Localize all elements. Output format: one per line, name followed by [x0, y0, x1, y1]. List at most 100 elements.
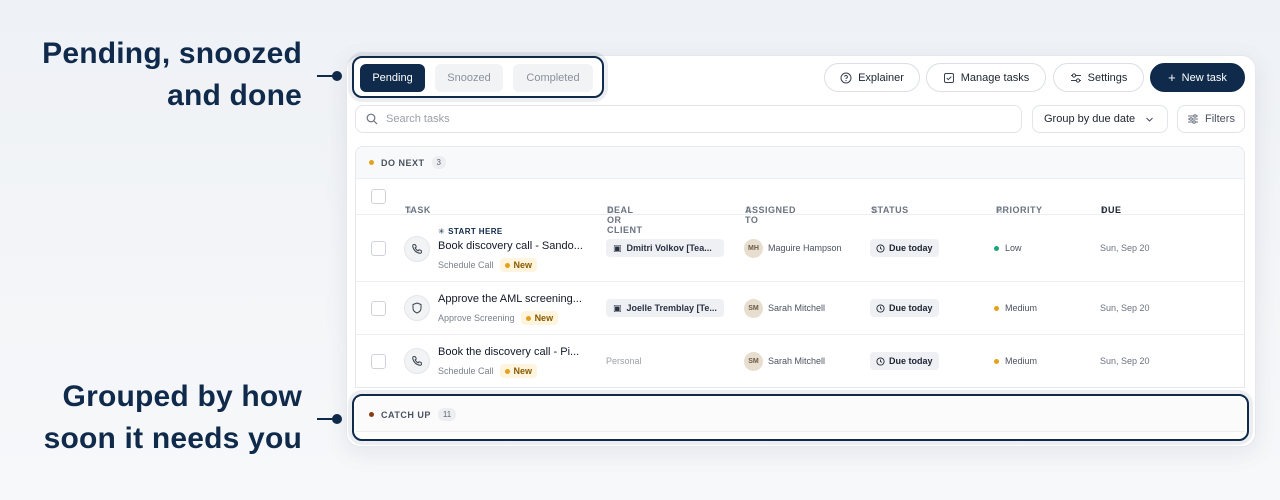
group-header-catch-up[interactable]: CATCH UP 11: [356, 398, 1245, 432]
row-checkbox[interactable]: [371, 241, 386, 256]
plus-icon: +: [1168, 69, 1176, 85]
row-checkbox[interactable]: [371, 301, 386, 316]
task-type-icon: [404, 236, 430, 262]
status-label: Due today: [889, 356, 933, 366]
group-by-select[interactable]: Group by due date: [1032, 105, 1168, 133]
status-label: Due today: [889, 243, 933, 253]
group-dot: [369, 412, 374, 417]
group-dot: [369, 160, 374, 165]
manage-tasks-button[interactable]: Manage tasks: [926, 63, 1046, 92]
callout-grouping: Grouped by how soon it needs you: [43, 380, 302, 455]
callout-tabs-connector: [317, 71, 342, 81]
explainer-label: Explainer: [858, 71, 904, 84]
priority: Low: [994, 243, 1022, 253]
checkbox-icon: [943, 72, 954, 83]
search-box[interactable]: [355, 105, 1022, 133]
new-dot: [504, 262, 510, 268]
settings-label: Settings: [1087, 71, 1128, 84]
briefcase-icon: ▣: [613, 302, 622, 313]
new-badge: New: [499, 364, 538, 378]
status-badge: Due today: [870, 239, 939, 257]
filters-button[interactable]: Filters: [1177, 105, 1245, 133]
group-header-do-next[interactable]: DO NEXT 3: [356, 147, 1244, 179]
table-header: ⇅ TASK ⇅ DEAL OR CLIENT ⇅ ASSIGNED TO ⇅ STAT…: [356, 179, 1244, 235]
assignee-name: Maguire Hampson: [768, 243, 842, 253]
new-dot: [525, 315, 531, 321]
select-all-checkbox[interactable]: [371, 189, 386, 204]
avatar: MH: [744, 239, 763, 258]
deal-chip[interactable]: ▣ Dmitri Volkov [Tea...: [606, 239, 724, 257]
priority-dot: [994, 358, 999, 364]
tab-pending[interactable]: Pending: [360, 64, 425, 92]
assignee-name: Sarah Mitchell: [768, 303, 826, 313]
clock-icon: [876, 356, 885, 366]
deal-label: Dmitri Volkov [Tea...: [626, 243, 712, 253]
task-type-icon: [404, 348, 430, 374]
phone-icon: [412, 355, 423, 366]
status-label: Due today: [889, 303, 933, 313]
status-badge: Due today: [870, 299, 939, 317]
due-date: Sun, Sep 20: [1100, 356, 1150, 366]
new-task-label: New task: [1181, 71, 1227, 84]
start-here-tag: ✳ START HERE: [438, 227, 503, 236]
clock-icon: [876, 243, 885, 253]
briefcase-icon: ▣: [613, 242, 622, 253]
settings-button[interactable]: Settings: [1053, 63, 1144, 92]
new-badge-label: New: [534, 313, 554, 323]
due-date: Sun, Sep 20: [1100, 243, 1150, 253]
col-due-label: DUE: [1101, 205, 1122, 215]
col-priority-label: PRIORITY: [996, 205, 1043, 215]
task-title[interactable]: Book the discovery call - Pi...: [438, 346, 579, 358]
new-badge-label: New: [513, 260, 533, 270]
table-row[interactable]: ✳ START HERE Book discovery call - Sando.…: [356, 215, 1244, 282]
avatar: SM: [744, 299, 763, 318]
callout-grouping-connector: [317, 414, 342, 424]
table-row[interactable]: Approve the AML screening... Approve Scr…: [356, 282, 1244, 335]
chevron-down-icon: [1146, 117, 1154, 122]
start-here-label: START HERE: [448, 227, 503, 236]
group-count: 11: [437, 408, 457, 421]
status-badge: Due today: [870, 352, 939, 370]
task-title[interactable]: Book discovery call - Sando...: [438, 240, 583, 252]
deal-chip[interactable]: ▣ Joelle Tremblay [Te...: [606, 299, 724, 317]
task-title[interactable]: Approve the AML screening...: [438, 293, 582, 305]
group-label: CATCH UP: [381, 409, 431, 420]
tab-snoozed[interactable]: Snoozed: [435, 64, 503, 92]
priority: Medium: [994, 356, 1037, 366]
filters-label: Filters: [1205, 113, 1235, 125]
explainer-button[interactable]: Explainer: [824, 63, 920, 92]
sliders-icon: [1070, 72, 1081, 83]
new-badge: New: [499, 258, 538, 272]
priority-label: Medium: [1005, 303, 1038, 313]
phone-icon: [412, 243, 423, 254]
due-date: Sun, Sep 20: [1100, 303, 1150, 313]
help-circle-icon: [840, 72, 852, 83]
sparkle-icon: ✳: [438, 227, 446, 236]
group-by-value: Group by due date: [1044, 113, 1136, 125]
task-subtitle: Schedule Call New: [438, 364, 538, 378]
row-checkbox[interactable]: [371, 354, 386, 369]
assignee-name: Sarah Mitchell: [768, 356, 826, 366]
priority-label: Medium: [1005, 356, 1038, 366]
clock-icon: [876, 303, 885, 313]
priority-dot: [994, 245, 999, 251]
new-task-button[interactable]: + New task: [1150, 63, 1245, 92]
search-icon: [366, 113, 378, 125]
tab-completed[interactable]: Completed: [513, 64, 593, 92]
task-type: Schedule Call: [438, 366, 494, 376]
col-status-label: STATUS: [871, 205, 909, 215]
group-count: 3: [431, 156, 446, 169]
deal-label: Personal: [606, 356, 642, 366]
col-task-label: TASK: [405, 205, 431, 215]
new-badge: New: [520, 311, 559, 325]
manage-tasks-label: Manage tasks: [960, 71, 1030, 84]
tasks-table: DO NEXT 3 ⇅ TASK ⇅ DEAL OR CLIENT ⇅ ASSIGNE…: [355, 146, 1245, 388]
search-input[interactable]: [386, 113, 986, 125]
task-type-icon: [404, 295, 430, 321]
table-row[interactable]: Book the discovery call - Pi... Schedule…: [356, 335, 1244, 387]
shield-icon: [412, 302, 422, 314]
deal-label: Joelle Tremblay [Te...: [626, 303, 717, 313]
avatar: SM: [744, 352, 763, 371]
filter-sliders-icon: [1188, 114, 1199, 124]
callout-tabs: Pending, snoozed and done: [42, 37, 302, 112]
